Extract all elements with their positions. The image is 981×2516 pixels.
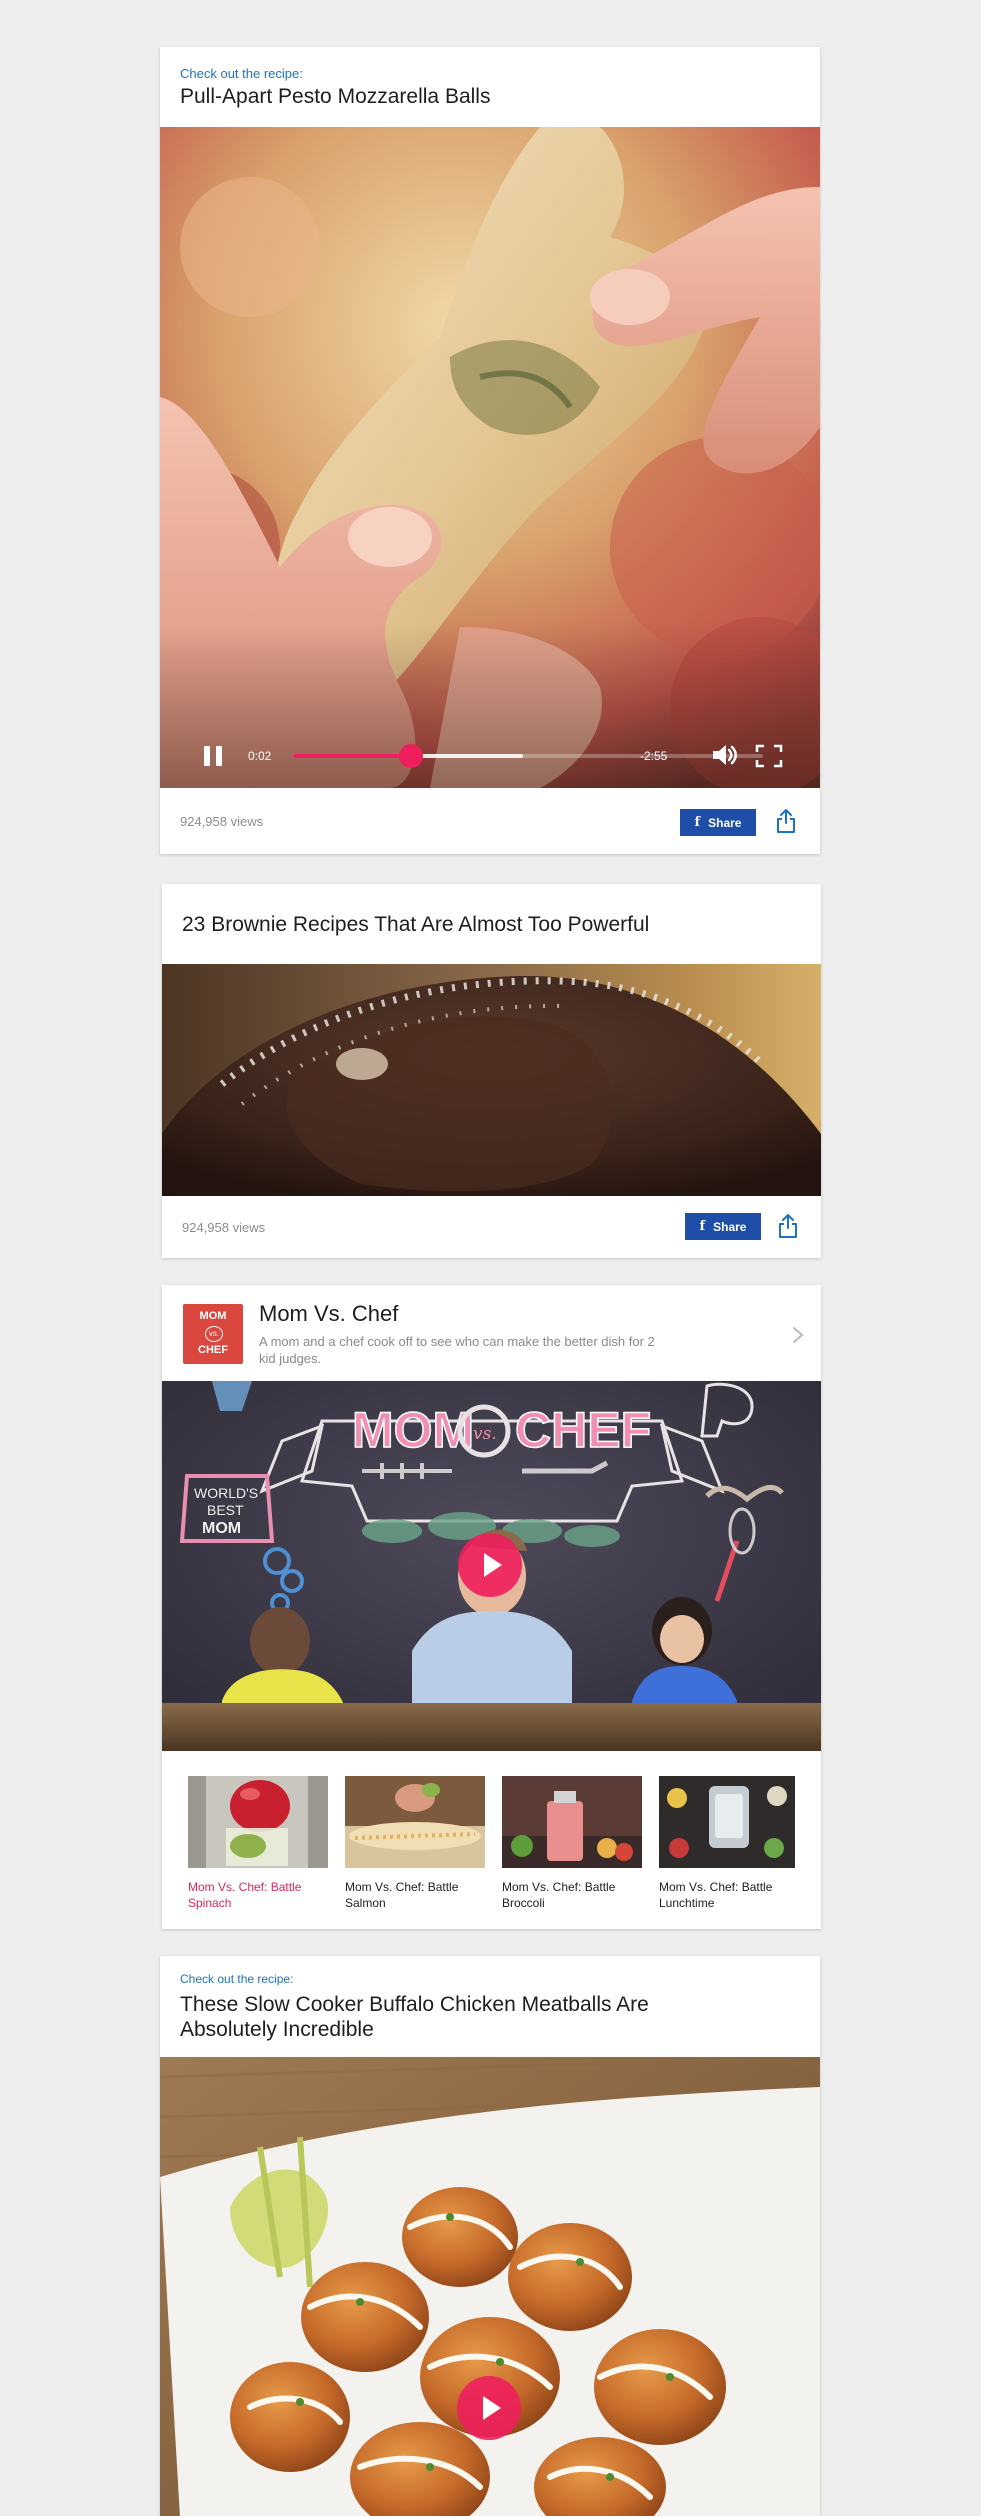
- logo-text-mid: vs.: [205, 1326, 223, 1342]
- sign-line-1: WORLD'S: [194, 1485, 258, 1501]
- sign-line-2: BEST: [207, 1502, 244, 1518]
- remaining-time: -2:55: [640, 749, 668, 763]
- brownie-image: [162, 964, 821, 1196]
- episode-image-lunchtime: [659, 1776, 795, 1868]
- share-icon[interactable]: [776, 1213, 800, 1239]
- meatballs-image: [160, 2057, 820, 2516]
- article-title[interactable]: 23 Brownie Recipes That Are Almost Too P…: [182, 912, 791, 937]
- episode-caption: Mom Vs. Chef: Battle Lunchtime: [659, 1880, 773, 1911]
- video-player[interactable]: 0:02 -2:55: [160, 127, 820, 788]
- facebook-share-button[interactable]: f Share: [685, 1213, 761, 1240]
- episode-image-salmon: [345, 1776, 485, 1868]
- seek-bar[interactable]: [293, 744, 763, 768]
- episode-image-broccoli: [502, 1776, 642, 1868]
- episode-list: Mom Vs. Chef: Battle Spinach Mom Vs. Che…: [188, 1776, 808, 1916]
- logo-text-top: MOM: [199, 1310, 227, 1322]
- recipe-video-card-meatballs: Check out the recipe: These Slow Cooker …: [160, 1956, 820, 2516]
- pause-icon[interactable]: [204, 746, 222, 766]
- article-image[interactable]: [162, 964, 821, 1196]
- play-icon[interactable]: [458, 1533, 522, 1597]
- chevron-right-icon[interactable]: [790, 1325, 806, 1345]
- card-footer: 924,958 views f Share: [160, 788, 820, 854]
- seek-handle[interactable]: [398, 744, 423, 768]
- facebook-icon: f: [694, 815, 701, 830]
- view-count: 924,958 views: [180, 814, 264, 829]
- show-name[interactable]: Mom Vs. Chef: [259, 1301, 398, 1327]
- episode-thumbnail[interactable]: Mom Vs. Chef: Battle Spinach: [188, 1776, 328, 1911]
- facebook-icon: f: [699, 1219, 706, 1234]
- video-controls: 0:02 -2:55: [160, 718, 820, 788]
- recipe-kicker[interactable]: Check out the recipe:: [180, 66, 303, 81]
- facebook-share-button[interactable]: f Share: [680, 809, 756, 836]
- card-footer: 924,958 views f Share: [162, 1196, 821, 1258]
- episode-caption: Mom Vs. Chef: Battle Broccoli: [502, 1880, 616, 1911]
- banner-title-left: MOM: [352, 1402, 474, 1458]
- episode-image-spinach: [188, 1776, 328, 1868]
- episode-thumbnail[interactable]: Mom Vs. Chef: Battle Salmon: [345, 1776, 485, 1911]
- banner-title-mid: vs.: [473, 1424, 497, 1444]
- sign-line-3: MOM: [202, 1520, 241, 1537]
- recipe-kicker[interactable]: Check out the recipe:: [180, 1972, 293, 1986]
- video-player[interactable]: [160, 2057, 820, 2516]
- share-icon[interactable]: [774, 808, 798, 834]
- share-label: Share: [713, 1219, 747, 1234]
- show-trailer-video[interactable]: MOM vs. CHEF WORLD'S BEST MOM: [162, 1381, 821, 1751]
- episode-thumbnail[interactable]: Mom Vs. Chef: Battle Lunchtime: [659, 1776, 795, 1911]
- view-count: 924,958 views: [182, 1220, 266, 1235]
- video-frame-image: [160, 127, 820, 788]
- share-label: Share: [708, 815, 742, 830]
- recipe-video-card-pesto: Check out the recipe: Pull-Apart Pesto M…: [160, 47, 820, 854]
- show-logo[interactable]: MOM vs. CHEF: [183, 1304, 243, 1364]
- elapsed-time: 0:02: [248, 749, 272, 763]
- show-description: A mom and a chef cook off to see who can…: [259, 1334, 655, 1366]
- play-icon[interactable]: [457, 2376, 521, 2440]
- recipe-title[interactable]: These Slow Cooker Buffalo Chicken Meatba…: [180, 1992, 650, 2042]
- logo-text-bottom: CHEF: [198, 1344, 228, 1356]
- volume-icon[interactable]: [710, 742, 738, 768]
- article-card-brownie[interactable]: 23 Brownie Recipes That Are Almost Too P…: [162, 884, 821, 1258]
- episode-caption: Mom Vs. Chef: Battle Salmon: [345, 1880, 459, 1911]
- played-bar: [293, 754, 411, 758]
- show-card-mom-vs-chef: MOM vs. CHEF Mom Vs. Chef A mom and a ch…: [162, 1285, 821, 1929]
- fullscreen-icon[interactable]: [755, 744, 783, 768]
- episode-thumbnail[interactable]: Mom Vs. Chef: Battle Broccoli: [502, 1776, 642, 1911]
- recipe-title[interactable]: Pull-Apart Pesto Mozzarella Balls: [180, 84, 790, 109]
- episode-caption: Mom Vs. Chef: Battle Spinach: [188, 1880, 302, 1911]
- banner-title-right: CHEF: [515, 1402, 651, 1458]
